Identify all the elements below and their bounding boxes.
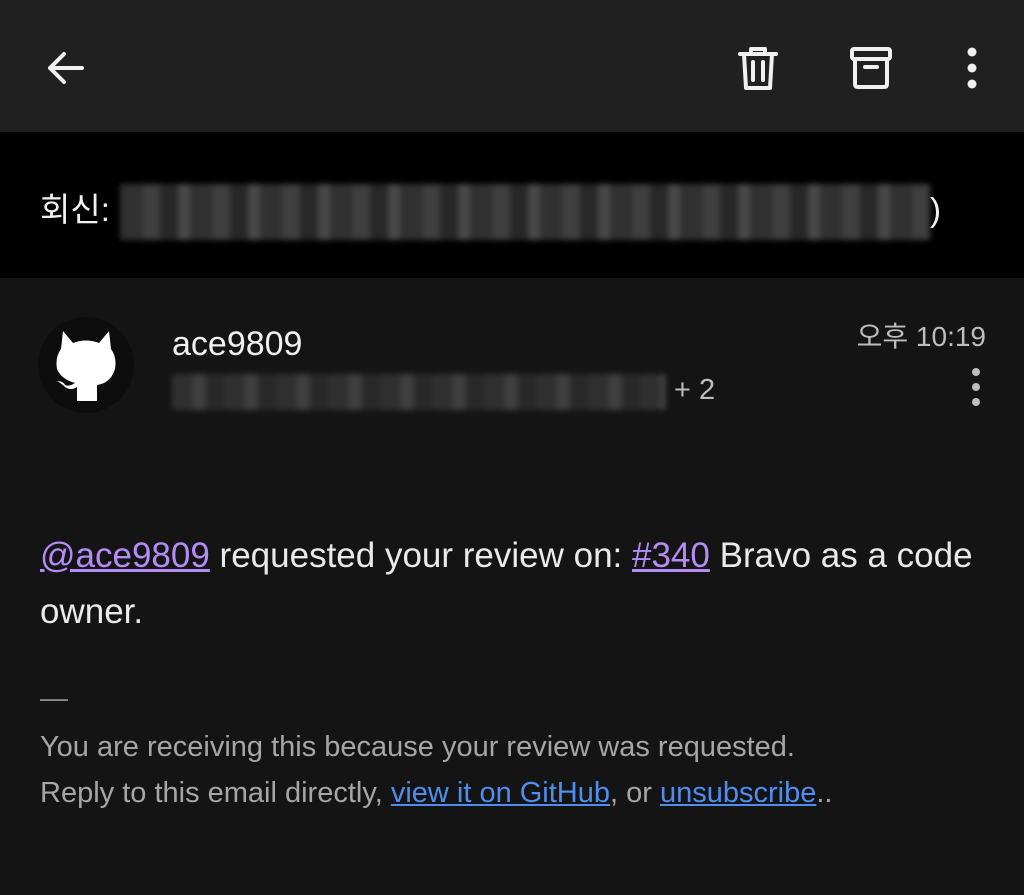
footer-line-2-start: Reply to this email directly, — [40, 777, 391, 809]
sender-name[interactable]: ace9809 — [172, 322, 302, 366]
footer-end: .. — [816, 777, 833, 809]
footer-line-1: You are receiving this because your revi… — [40, 731, 795, 763]
more-vertical-icon — [972, 368, 980, 406]
mention-link[interactable]: @ace9809 — [40, 536, 210, 575]
body-text: requested your review on: — [209, 536, 632, 575]
trash-icon — [738, 47, 778, 90]
more-vertical-icon — [967, 47, 977, 89]
subject-redacted — [120, 184, 930, 240]
arrow-left-icon — [48, 52, 84, 84]
footer-divider: — — [40, 682, 68, 713]
footer-line-2: Reply to this email directly, view it on… — [40, 770, 1000, 816]
subject-suffix: ) — [930, 191, 941, 228]
footer-separator: , or — [610, 777, 660, 809]
avatar[interactable] — [38, 317, 134, 413]
view-on-github-link[interactable]: view it on GitHub — [391, 777, 610, 809]
message-time: 오후 10:19 — [856, 321, 986, 352]
message-footer: You are receiving this because your revi… — [40, 724, 1000, 816]
github-octocat-icon — [56, 331, 116, 401]
recipients-extra-count[interactable]: + 2 — [674, 370, 715, 410]
archive-icon — [850, 47, 892, 89]
top-toolbar — [0, 0, 1024, 132]
subject-prefix: 회신: — [40, 191, 110, 228]
unsubscribe-link[interactable]: unsubscribe — [660, 777, 816, 809]
recipients-redacted[interactable] — [172, 374, 666, 410]
pull-request-link[interactable]: #340 — [632, 536, 710, 575]
back-button[interactable] — [34, 36, 98, 100]
archive-button[interactable] — [839, 36, 903, 100]
more-options-button[interactable] — [940, 36, 1004, 100]
message-body: @ace9809 requested your review on: #340 … — [40, 528, 980, 640]
delete-button[interactable] — [726, 36, 790, 100]
message-more-button[interactable] — [956, 362, 996, 412]
